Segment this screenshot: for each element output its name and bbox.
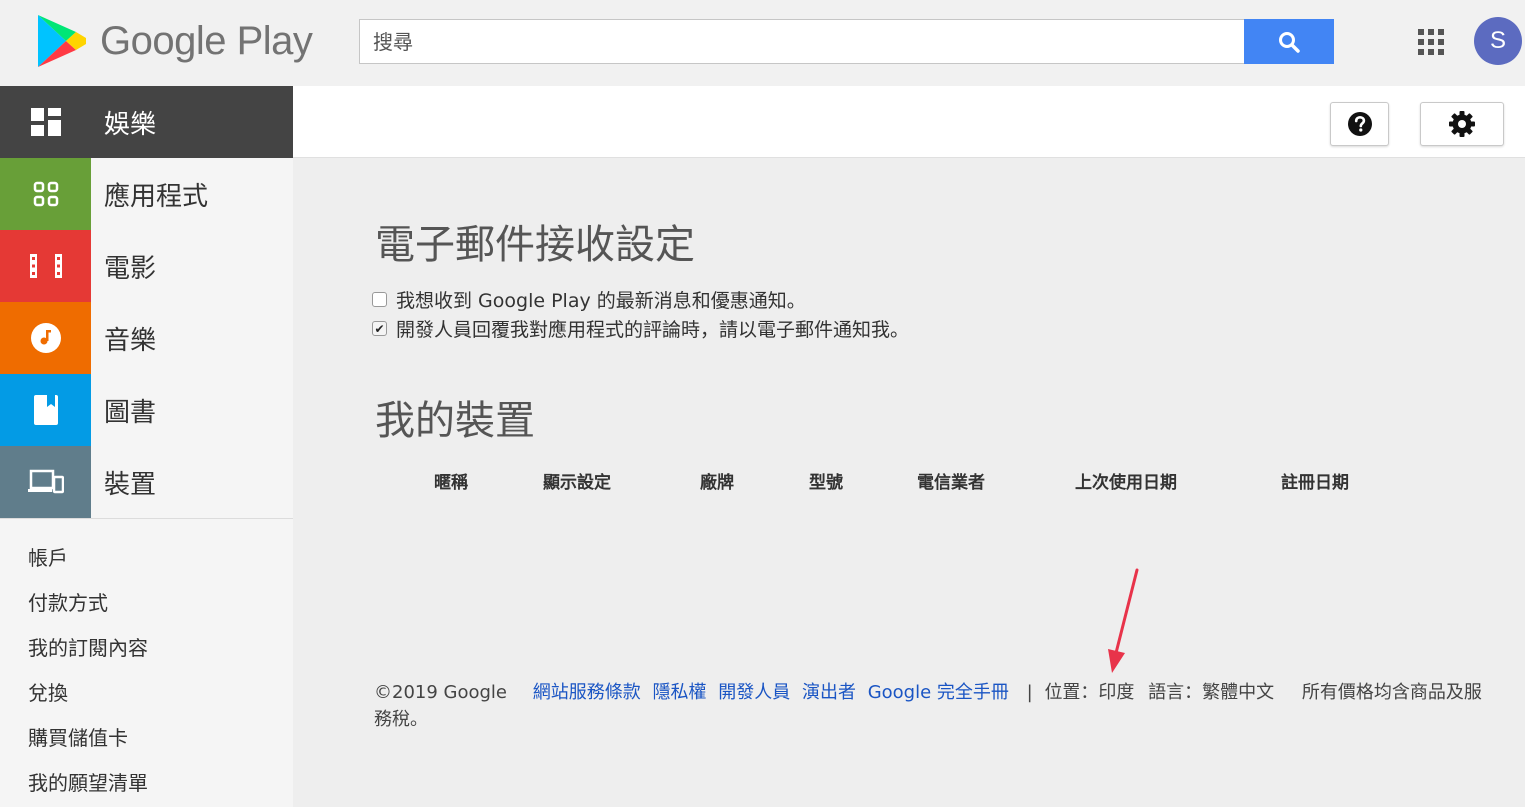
movie-icon (0, 230, 91, 302)
settings-button[interactable] (1420, 102, 1504, 146)
entertainment-icon (0, 86, 91, 158)
footer-link-privacy[interactable]: 隱私權 (652, 682, 706, 703)
sidebar-item-label: 圖書 (104, 397, 157, 428)
gear-icon (1449, 111, 1475, 137)
sidebar-link-wishlist[interactable]: 我的願望清單 (28, 767, 148, 796)
sidebar-item-label: 電影 (104, 253, 157, 284)
devices-title: 我的裝置 (375, 398, 535, 444)
sidebar-link-account[interactable]: 帳戶 (28, 542, 68, 571)
help-button[interactable] (1330, 102, 1389, 146)
sidebar: 娛樂 應用程式 電影 音樂 圖書 裝置 帳戶 付款方式 我的訂閱內容 兌換 購買… (0, 86, 293, 807)
promotions-checkbox[interactable] (372, 292, 387, 307)
sidebar-link-payment-methods[interactable]: 付款方式 (28, 587, 108, 616)
google-apps-icon[interactable] (1418, 29, 1444, 55)
google-play-logo[interactable]: Google Play (36, 13, 313, 69)
sidebar-link-subscriptions[interactable]: 我的訂閱內容 (28, 632, 148, 661)
sidebar-link-buy-gift-card[interactable]: 購買儲值卡 (28, 722, 128, 751)
developer-replies-checkbox[interactable]: ✔ (372, 321, 387, 336)
avatar[interactable]: S (1474, 17, 1522, 65)
annotation-arrow (1108, 568, 1139, 673)
logo-text: Google Play (100, 18, 313, 63)
sidebar-item-music[interactable]: 音樂 (0, 302, 293, 374)
sidebar-item-devices[interactable]: 裝置 (0, 446, 293, 518)
footer-link-artists[interactable]: 演出者 (802, 682, 856, 703)
email-settings-title: 電子郵件接收設定 (375, 222, 695, 268)
sidebar-item-apps[interactable]: 應用程式 (0, 158, 293, 230)
content-toolbar (293, 86, 1525, 158)
play-logo-icon (38, 15, 86, 67)
column-header-model: 型號 (809, 473, 843, 493)
column-header-carrier: 電信業者 (917, 473, 985, 493)
sidebar-item-entertainment[interactable]: 娛樂 (0, 86, 293, 158)
footer-separator: | (1026, 682, 1033, 703)
sidebar-link-redeem[interactable]: 兌換 (28, 677, 68, 706)
column-header-brand: 廠牌 (700, 473, 734, 493)
help-icon (1347, 112, 1372, 136)
sidebar-item-movies[interactable]: 電影 (0, 230, 293, 302)
sidebar-item-label: 娛樂 (104, 109, 157, 140)
footer-link-terms[interactable]: 網站服務條款 (533, 682, 641, 703)
footer-language[interactable]: 語言：繁體中文 (1148, 682, 1274, 703)
checkbox-row-promotions[interactable]: 我想收到 Google Play 的最新消息和優惠通知。 (372, 286, 806, 313)
footer-location[interactable]: 位置：印度 (1044, 682, 1134, 703)
column-header-visibility: 顯示設定 (543, 473, 611, 493)
footer-link-about[interactable]: Google 完全手冊 (868, 682, 1009, 703)
devices-icon (0, 446, 91, 518)
footer: ©2019 Google 網站服務條款 隱私權 開發人員 演出者 Google … (374, 679, 1484, 733)
sidebar-item-label: 裝置 (104, 469, 157, 500)
music-icon (0, 302, 91, 374)
book-icon (0, 374, 91, 446)
checkbox-row-developer-replies[interactable]: ✔ 開發人員回覆我對應用程式的評論時，請以電子郵件通知我。 (372, 315, 909, 342)
sidebar-item-label: 應用程式 (104, 181, 209, 212)
column-header-last-used: 上次使用日期 (1075, 473, 1177, 493)
column-header-nickname: 暱稱 (434, 473, 468, 493)
checkbox-label: 我想收到 Google Play 的最新消息和優惠通知。 (396, 290, 806, 312)
sidebar-divider (0, 518, 293, 519)
footer-link-developers[interactable]: 開發人員 (718, 682, 790, 703)
checkbox-label: 開發人員回覆我對應用程式的評論時，請以電子郵件通知我。 (396, 319, 910, 341)
search-button[interactable] (1244, 19, 1334, 64)
column-header-registered: 註冊日期 (1281, 473, 1349, 493)
sidebar-item-books[interactable]: 圖書 (0, 374, 293, 446)
apps-icon (0, 158, 91, 230)
top-bar: Google Play S (0, 0, 1525, 86)
search-icon (1279, 31, 1300, 53)
search-input[interactable] (359, 19, 1244, 64)
search-bar (359, 19, 1334, 64)
sidebar-item-label: 音樂 (104, 325, 157, 356)
copyright: ©2019 Google (374, 682, 508, 703)
